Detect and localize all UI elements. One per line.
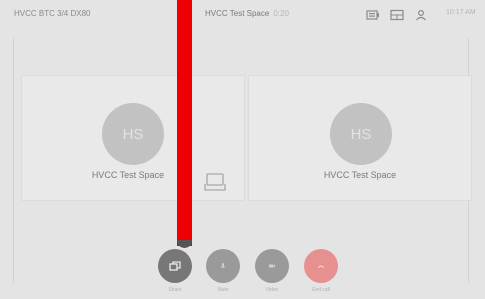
share-screen-icon (169, 261, 181, 271)
participants-icon[interactable] (414, 9, 428, 21)
mute-button[interactable] (206, 249, 240, 283)
left-divider (13, 38, 14, 283)
end-call-icon (318, 265, 324, 268)
participant-name: HVCC Test Space (323, 170, 397, 180)
avatar: HS (102, 103, 164, 165)
red-overlay-bar (177, 0, 192, 246)
meeting-window: HVCC BTC 3/4 DX80 HVCC Test Space 0:20 10… (0, 0, 485, 299)
video-label: Video (265, 287, 279, 293)
share-label: Share (168, 287, 182, 293)
video-icon (269, 264, 275, 268)
camera-icon[interactable] (366, 9, 380, 21)
call-duration: 0:20 (273, 9, 289, 18)
top-icon-group (366, 8, 428, 22)
mute-label: Mute (217, 287, 229, 293)
microphone-icon (220, 263, 226, 269)
participant-tile[interactable]: HS HVCC Test Space (248, 75, 472, 201)
meeting-title-group: HVCC Test Space 0:20 (205, 9, 289, 18)
video-button[interactable] (255, 249, 289, 283)
avatar: HS (330, 103, 392, 165)
device-label: HVCC BTC 3/4 DX80 (14, 9, 91, 18)
share-button[interactable] (158, 249, 192, 283)
share-tray-icon[interactable] (203, 171, 227, 193)
overlay-bar-cap (177, 240, 192, 248)
meeting-title: HVCC Test Space (205, 9, 270, 18)
clock: 10:17 AM (446, 9, 476, 16)
layout-icon[interactable] (390, 9, 404, 21)
top-bar: HVCC BTC 3/4 DX80 HVCC Test Space 0:20 10… (0, 0, 485, 30)
end-call-label: End call (312, 287, 330, 293)
end-call-button[interactable] (304, 249, 338, 283)
